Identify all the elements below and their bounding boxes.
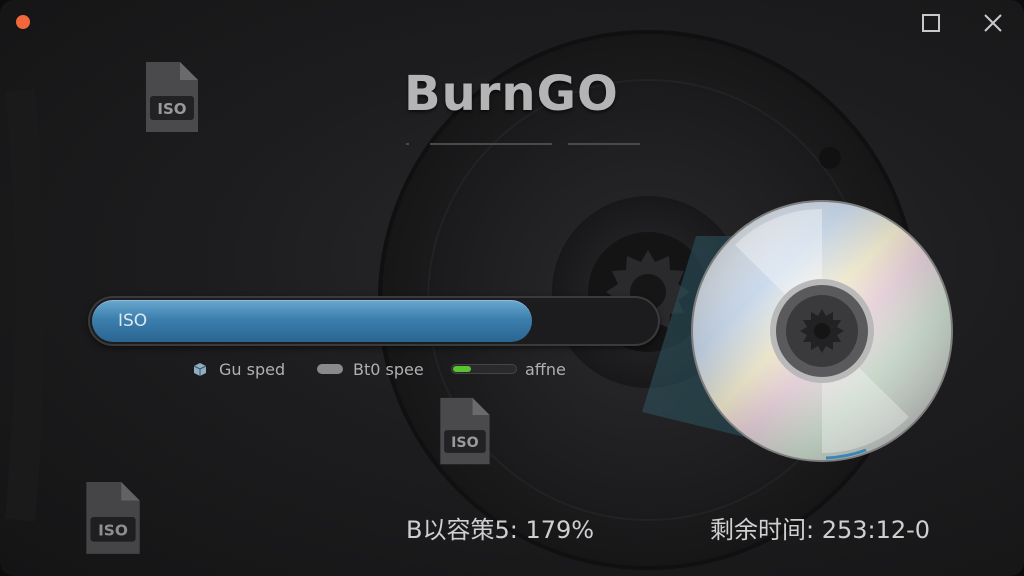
- remaining-time-text: 剩余时间: 253:12-0: [710, 516, 931, 544]
- title-bar: [0, 0, 1024, 46]
- iso-file-label: ISO: [157, 100, 186, 118]
- green-indicator-icon: [451, 364, 517, 374]
- window-close-button[interactable]: [980, 10, 1006, 36]
- iso-file-label: ISO: [98, 521, 128, 539]
- progress-label: ISO: [118, 311, 148, 331]
- app-window: BurnGO ISO ISO ISO ISO Gu sped Bt0 spee …: [0, 0, 1024, 576]
- legend-label-2: Bt0 spee: [353, 360, 424, 379]
- legend-label-3: affne: [525, 360, 566, 379]
- iso-file-icon: ISO: [86, 482, 140, 554]
- app-title: BurnGO: [404, 66, 619, 122]
- iso-file-icon: ISO: [440, 397, 490, 465]
- close-icon: [984, 14, 1002, 32]
- legend-item-3: affne: [451, 359, 571, 381]
- progress-fill: [92, 300, 532, 342]
- legend-item-2: Bt0 spee: [317, 359, 427, 381]
- cube-icon: [193, 363, 207, 376]
- maximize-button[interactable]: [918, 10, 944, 36]
- disc-icon: [691, 200, 953, 462]
- iso-file-icon: ISO: [146, 62, 198, 132]
- speed-status-text: B以容策5: 179%: [406, 516, 595, 544]
- gray-indicator-icon: [317, 364, 343, 374]
- legend-label-1: Gu sped: [219, 360, 286, 379]
- maximize-icon: [922, 14, 940, 32]
- burn-progress-bar[interactable]: ISO: [88, 296, 660, 346]
- iso-file-label: ISO: [451, 435, 479, 451]
- legend-item-1: Gu sped: [192, 359, 302, 381]
- close-dot-button[interactable]: [16, 15, 30, 29]
